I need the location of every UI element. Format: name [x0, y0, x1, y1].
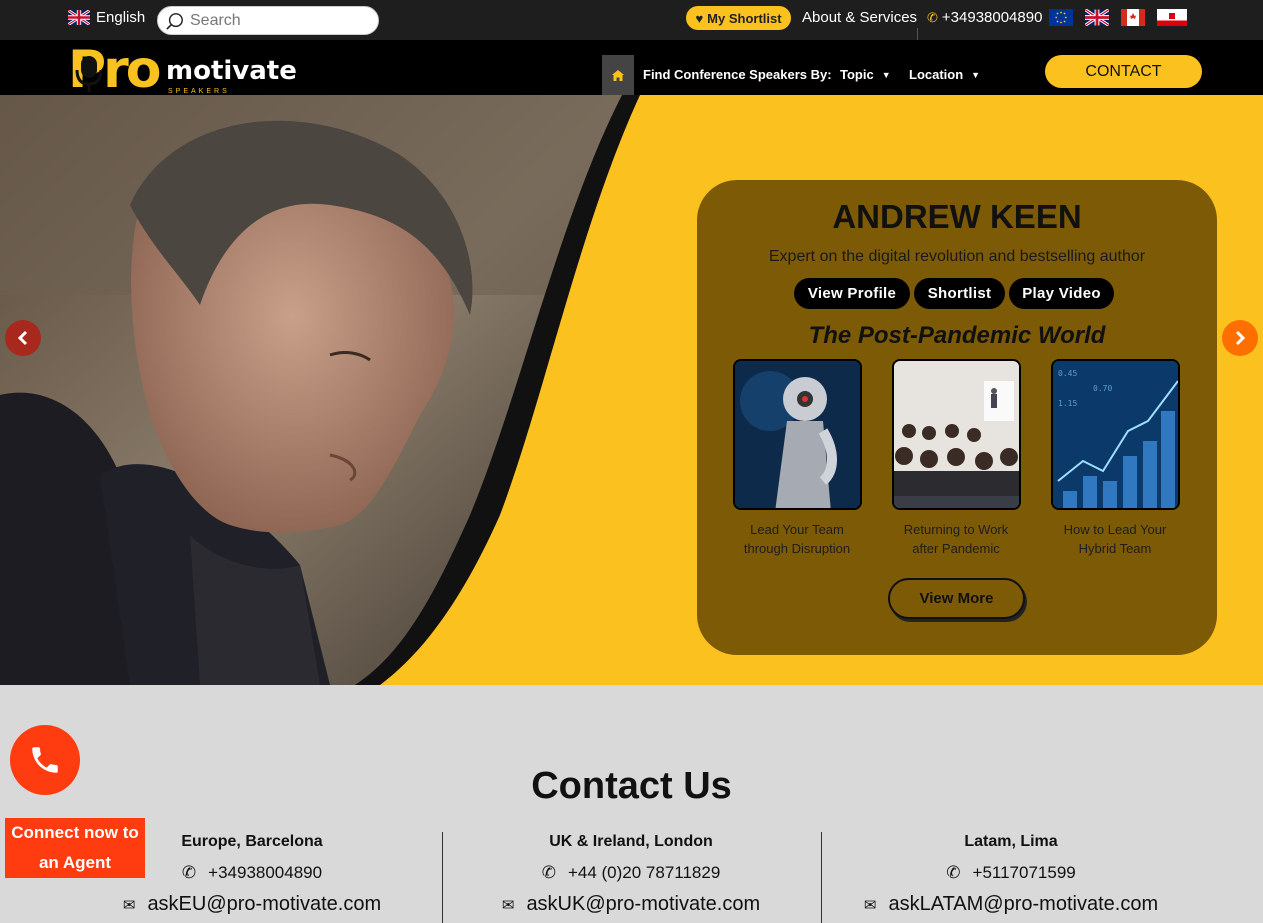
search-icon — [166, 12, 183, 30]
speaker-card: ANDREW KEEN Expert on the digital revolu… — [697, 180, 1217, 655]
robot-thinking-image — [735, 361, 860, 508]
location-dropdown[interactable]: Location ▼ — [909, 67, 980, 82]
connect-agent-label: an Agent — [38, 853, 112, 872]
topic-caption-3[interactable]: How to Lead Your Hybrid Team — [1040, 520, 1190, 558]
search-input[interactable] — [190, 11, 370, 30]
svg-text:0.45: 0.45 — [1058, 369, 1077, 378]
svg-text:0.70: 0.70 — [1093, 384, 1112, 393]
find-speakers-label: Find Conference Speakers By: — [643, 67, 832, 82]
logo-motivate-text: motivate — [166, 56, 297, 86]
slider-next-button[interactable] — [1222, 320, 1258, 356]
phone-icon: ✆ — [927, 9, 938, 25]
speaker-name: ANDREW KEEN — [832, 198, 1082, 235]
hero-slider: ANDREW KEEN Expert on the digital revolu… — [0, 95, 1263, 685]
microphone-icon — [75, 56, 103, 92]
connect-agent-label: Connect now to — [11, 823, 139, 842]
my-shortlist-button[interactable]: ♥ My Shortlist — [686, 6, 791, 30]
topic-caption-2[interactable]: Returning to Work after Pandemic — [881, 520, 1031, 558]
office-city: Latam, Lima — [964, 833, 1058, 850]
contact-section: Contact Us Europe, Barcelona ✆ +34938004… — [0, 685, 1263, 923]
uk-flag-icon — [68, 10, 90, 25]
topic-caption-line: Hybrid Team — [1078, 541, 1152, 556]
chevron-down-icon: ▼ — [971, 69, 981, 80]
envelope-icon: ✉ — [501, 896, 515, 914]
call-button[interactable] — [10, 725, 80, 795]
topic-caption-line: Lead Your Team — [750, 522, 844, 537]
office-phone-link[interactable]: ✆ +44 (0)20 78711829 — [441, 863, 821, 883]
topic-caption-line: Returning to Work — [903, 522, 1009, 537]
contact-button[interactable]: CONTACT — [1045, 55, 1202, 88]
phone-icon — [32, 747, 58, 773]
top-bar: English ▼ ♥ My Shortlist About & Service… — [0, 0, 1263, 46]
top-phone-link[interactable]: ✆ +34938004890 — [927, 9, 1042, 26]
language-label: English — [96, 9, 146, 26]
home-icon — [612, 69, 624, 81]
topic-dropdown[interactable]: Topic ▼ — [840, 67, 891, 82]
view-profile-button[interactable]: View Profile — [794, 278, 910, 309]
topic-label: Topic — [840, 67, 874, 82]
canada-flag-icon[interactable] — [1121, 9, 1145, 26]
office-email: askLATAM@pro-motivate.com — [888, 893, 1159, 915]
region-flags — [1049, 9, 1187, 26]
topic-thumbnail-charts[interactable]: 0.45 0.70 1.15 — [1051, 359, 1180, 510]
office-london: UK & Ireland, London ✆ +44 (0)20 7871182… — [441, 833, 821, 916]
office-email-link[interactable]: ✉ askLATAM@pro-motivate.com — [821, 893, 1201, 916]
data-chart-image: 0.45 0.70 1.15 — [1053, 361, 1178, 508]
envelope-icon: ✉ — [863, 896, 877, 914]
office-email: askEU@pro-motivate.com — [147, 893, 382, 915]
office-lima: Latam, Lima ✆ +5117071599 ✉ askLATAM@pro… — [821, 833, 1201, 916]
topic-caption-line: through Disruption — [743, 541, 851, 556]
language-selector[interactable]: English ▼ — [68, 9, 164, 26]
office-phone-link[interactable]: ✆ +5117071599 — [821, 863, 1201, 883]
location-label: Location — [909, 67, 964, 82]
topic-thumbnail-robot[interactable] — [733, 359, 862, 510]
envelope-icon: ✉ — [122, 896, 136, 914]
chevron-down-icon: ▼ — [881, 69, 891, 80]
office-city: UK & Ireland, London — [549, 833, 713, 850]
office-phone: +5117071599 — [972, 863, 1076, 882]
home-button[interactable] — [602, 55, 634, 95]
search-box[interactable] — [157, 6, 379, 35]
connect-agent-button[interactable]: Connect now to an Agent — [5, 818, 145, 878]
shortlist-button[interactable]: Shortlist — [914, 278, 1005, 309]
uk-flag-icon[interactable] — [1085, 9, 1109, 26]
phone-icon: ✆ — [181, 863, 197, 882]
heart-icon: ♥ — [695, 10, 704, 26]
gibraltar-flag-icon[interactable] — [1157, 9, 1187, 26]
promotivate-logo[interactable]: Pro motivate SPEAKERS AGENCY — [68, 44, 297, 102]
page: English ▼ ♥ My Shortlist About & Service… — [0, 0, 1263, 923]
svg-text:1.15: 1.15 — [1058, 399, 1077, 408]
chevron-right-icon — [1235, 330, 1246, 346]
topic-caption-line: How to Lead Your — [1063, 522, 1167, 537]
conference-audience-image — [894, 361, 1019, 508]
office-email-link[interactable]: ✉ askEU@pro-motivate.com — [62, 893, 442, 916]
topic-caption-line: after Pandemic — [912, 541, 1000, 556]
office-email-link[interactable]: ✉ askUK@pro-motivate.com — [441, 893, 821, 916]
topic-thumbnail-audience[interactable] — [892, 359, 1021, 510]
eu-flag-icon[interactable] — [1049, 9, 1073, 26]
top-phone-number: +34938004890 — [941, 9, 1043, 26]
phone-icon: ✆ — [946, 863, 961, 882]
topic-caption-1[interactable]: Lead Your Team through Disruption — [722, 520, 872, 558]
speaker-subtitle: Expert on the digital revolution and bes… — [768, 248, 1146, 265]
slider-prev-button[interactable] — [5, 320, 41, 356]
play-video-button[interactable]: Play Video — [1009, 278, 1114, 309]
view-more-button[interactable]: View More — [888, 578, 1025, 619]
main-nav: Pro motivate SPEAKERS AGENCY Find Confer… — [0, 40, 1263, 102]
my-shortlist-label: My Shortlist — [707, 10, 782, 26]
about-services-link[interactable]: About & Services — [802, 9, 917, 26]
chevron-left-icon — [17, 330, 28, 346]
office-phone: +34938004890 — [208, 863, 323, 882]
office-phone: +44 (0)20 78711829 — [567, 863, 721, 882]
contact-title: Contact Us — [531, 765, 732, 807]
phone-icon: ✆ — [541, 863, 556, 882]
office-email: askUK@pro-motivate.com — [526, 893, 761, 915]
topic-theme-title: The Post-Pandemic World — [808, 322, 1106, 349]
